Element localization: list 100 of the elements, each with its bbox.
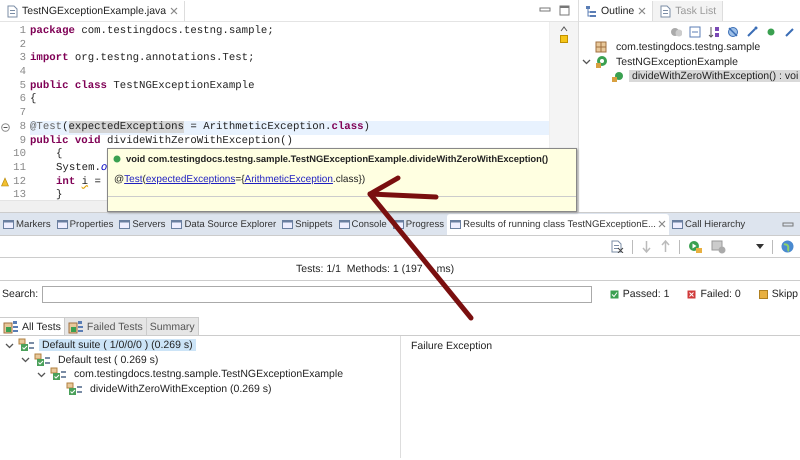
line-number: 13: [13, 189, 27, 200]
maximize-icon[interactable]: [559, 5, 570, 16]
tree-item[interactable]: com.testingdocs.testng.sample.TestNGExceptionExample: [71, 368, 346, 380]
line-number: 12: [13, 176, 27, 190]
method-signature: void com.testingdocs.testng.sample.TestNGExceptionExample.divideWithZeroWithException(): [126, 153, 548, 164]
code-line: }: [55, 189, 62, 200]
panel-icon: [672, 218, 683, 230]
results-tab[interactable]: All Tests: [0, 317, 65, 335]
globe-icon[interactable]: [781, 240, 794, 253]
line-number: 7: [20, 107, 27, 121]
line-number: 6: [20, 93, 27, 108]
expanded-chevron-icon[interactable]: [36, 370, 46, 379]
package-icon: [595, 40, 609, 54]
panel-icon: [56, 218, 68, 230]
tree-item[interactable]: divideWithZeroWithException() : voi: [629, 70, 800, 82]
test-result-icon: [34, 352, 51, 367]
view-tab[interactable]: Properties: [54, 214, 116, 234]
tree-item[interactable]: com.testingdocs.testng.sample: [613, 41, 764, 54]
test-summary: Tests: 1/1 Methods: 1 (197: [296, 262, 423, 277]
panel-icon: [119, 218, 130, 230]
close-icon[interactable]: [170, 7, 178, 15]
collapse-all-icon[interactable]: [689, 26, 701, 38]
code-line: {: [55, 148, 62, 162]
link[interactable]: ArithmeticException: [244, 174, 333, 185]
rerun-icon[interactable]: [688, 240, 703, 254]
panel-icon: [338, 218, 350, 230]
code-line: public void divideWithZeroWithException(): [30, 134, 293, 148]
code-line: import org.testng.annotations.Test;: [30, 52, 254, 66]
warning-icon: [1, 177, 9, 188]
line-number: 5: [20, 80, 27, 94]
counter-label: Passed: 1: [622, 288, 670, 300]
results-tab[interactable]: Failed Tests: [64, 317, 147, 335]
counter-label: Skipp: [772, 288, 798, 300]
overview-marker-icon: [560, 35, 568, 43]
view-tab[interactable]: Servers: [116, 214, 168, 234]
code-line: {: [30, 93, 36, 108]
panel-icon: [450, 218, 462, 230]
document-icon: [659, 4, 672, 18]
tree-item[interactable]: Default suite ( 1/0/0/0 ) (0.269 s): [39, 339, 196, 352]
line-number: 2: [20, 38, 27, 52]
code-line: package com.testingdocs.testng.sample;: [30, 25, 274, 39]
panel-icon: [171, 218, 182, 230]
line-number: 4: [20, 66, 27, 80]
panel-icon: [282, 218, 294, 230]
annotation-text: @Test(expectedExceptions={ArithmeticException.class}): [113, 173, 366, 187]
view-tab[interactable]: Call Hierarchy: [668, 214, 748, 234]
view-tab[interactable]: Snippets: [279, 214, 336, 234]
method-icon: [611, 70, 625, 83]
close-icon[interactable]: [638, 7, 646, 15]
line-number: 1: [20, 25, 27, 39]
tree-item[interactable]: Default test ( 0.269 s): [55, 354, 162, 366]
failed-icon: [687, 290, 696, 298]
dropdown-icon[interactable]: [756, 244, 764, 249]
code-line: int i =: [55, 176, 101, 189]
scroll-up-icon[interactable]: [560, 26, 568, 32]
expanded-chevron-icon[interactable]: [4, 340, 14, 350]
test-result-icon: [18, 338, 35, 352]
clear-icon[interactable]: [610, 240, 624, 253]
hierarchy-icon: [68, 320, 84, 334]
line-number: 10: [13, 148, 27, 162]
results-tab[interactable]: Summary: [146, 317, 199, 335]
search-field[interactable]: [42, 286, 592, 302]
minimize-icon[interactable]: [539, 5, 551, 14]
line-number: 8: [20, 120, 27, 135]
minimize-icon[interactable]: [782, 220, 794, 228]
hide-fields-icon[interactable]: [727, 26, 739, 38]
tree-item[interactable]: TestNGExceptionExample: [613, 56, 741, 68]
fold-icon[interactable]: [1, 123, 10, 132]
expanded-chevron-icon[interactable]: [582, 57, 590, 66]
outline-icon: [585, 4, 597, 18]
skipped-icon: [758, 290, 768, 298]
passed-icon: [610, 290, 619, 298]
circles-icon[interactable]: [670, 26, 682, 38]
view-tab[interactable]: Markers: [0, 214, 54, 234]
circle-icon[interactable]: [765, 26, 777, 38]
panel-icon: [3, 218, 14, 230]
class-icon: [595, 55, 609, 68]
test-result-icon: [66, 382, 83, 396]
view-tab[interactable]: Console: [336, 214, 390, 234]
line-number: 9: [20, 134, 27, 148]
sort-icon[interactable]: [708, 26, 720, 38]
view-tab[interactable]: Progress: [390, 214, 448, 234]
link[interactable]: Test: [124, 174, 142, 185]
test-summary: ms): [436, 262, 454, 277]
view-tab[interactable]: Data Source Explorer: [168, 214, 280, 234]
hierarchy-icon: [3, 320, 19, 334]
code-line: System.o: [55, 162, 108, 176]
tree-item[interactable]: divideWithZeroWithException (0.269 s): [87, 382, 274, 395]
expanded-chevron-icon[interactable]: [20, 355, 30, 364]
close-icon[interactable]: [658, 220, 666, 228]
view-tab[interactable]: Results of running class TestNGExceptionE...: [447, 214, 669, 234]
link[interactable]: expectedExceptions: [146, 174, 236, 185]
file-icon: [6, 4, 18, 18]
line-number: 11: [13, 162, 27, 176]
counter-label: Failed: 0: [700, 288, 741, 300]
method-icon: [113, 154, 121, 162]
search-label: Search:: [2, 288, 38, 300]
code-line: public class TestNGExceptionExample: [30, 80, 254, 93]
line-number: 3: [20, 52, 27, 66]
test-result-icon: [50, 367, 67, 382]
